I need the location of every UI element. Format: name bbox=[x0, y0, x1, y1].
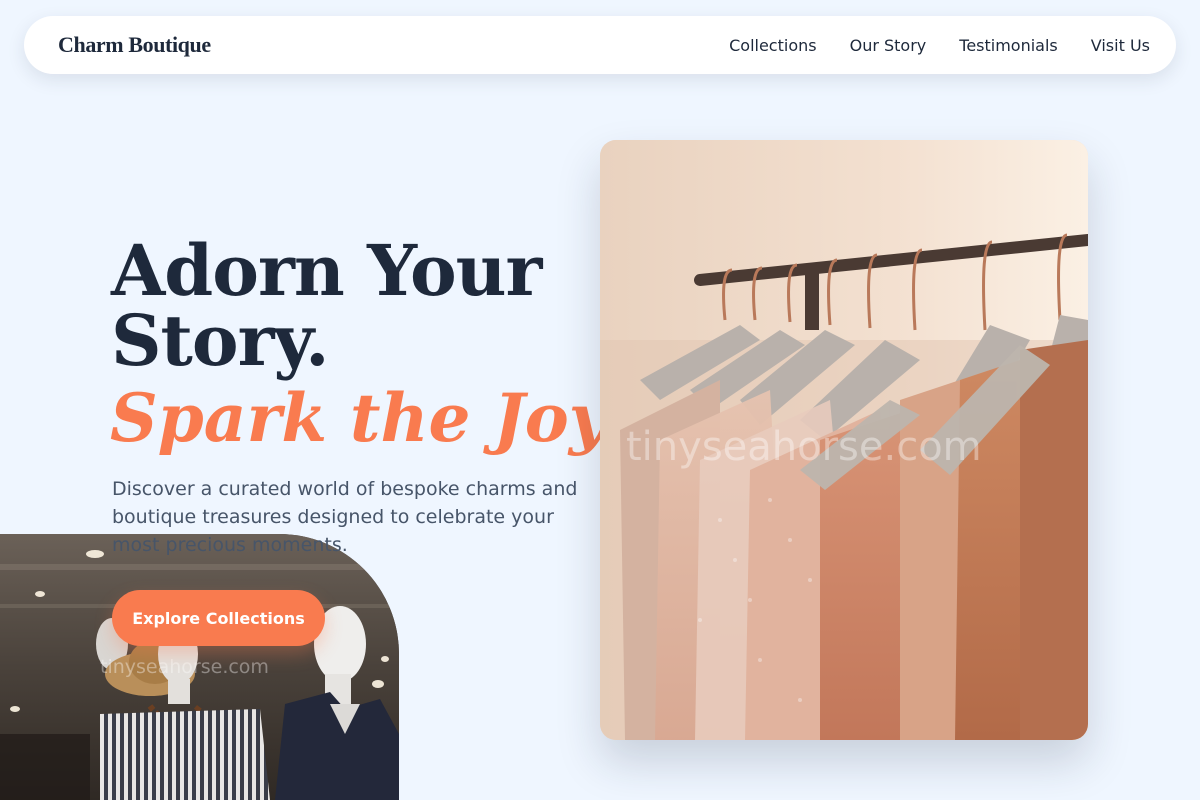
nav-link-visit-us[interactable]: Visit Us bbox=[1091, 36, 1150, 55]
nav-link-testimonials[interactable]: Testimonials bbox=[959, 36, 1058, 55]
hero-description: Discover a curated world of bespoke char… bbox=[112, 478, 578, 556]
mannequin-photo: tinyseahorse.com bbox=[0, 534, 399, 800]
hero-title: Adorn Your Story. bbox=[111, 229, 542, 382]
hero-accent-tagline: Spark the Joy. bbox=[110, 379, 623, 457]
top-navbar: Charm Boutique Collections Our Story Tes… bbox=[24, 16, 1176, 74]
nav-links: Collections Our Story Testimonials Visit… bbox=[729, 36, 1150, 55]
nav-link-our-story[interactable]: Our Story bbox=[850, 36, 927, 55]
brand-logo[interactable]: Charm Boutique bbox=[58, 32, 211, 58]
nav-link-collections[interactable]: Collections bbox=[729, 36, 816, 55]
clothing-rack-photo: tinyseahorse.com bbox=[600, 140, 1088, 740]
explore-collections-button[interactable]: Explore Collections bbox=[112, 590, 325, 646]
